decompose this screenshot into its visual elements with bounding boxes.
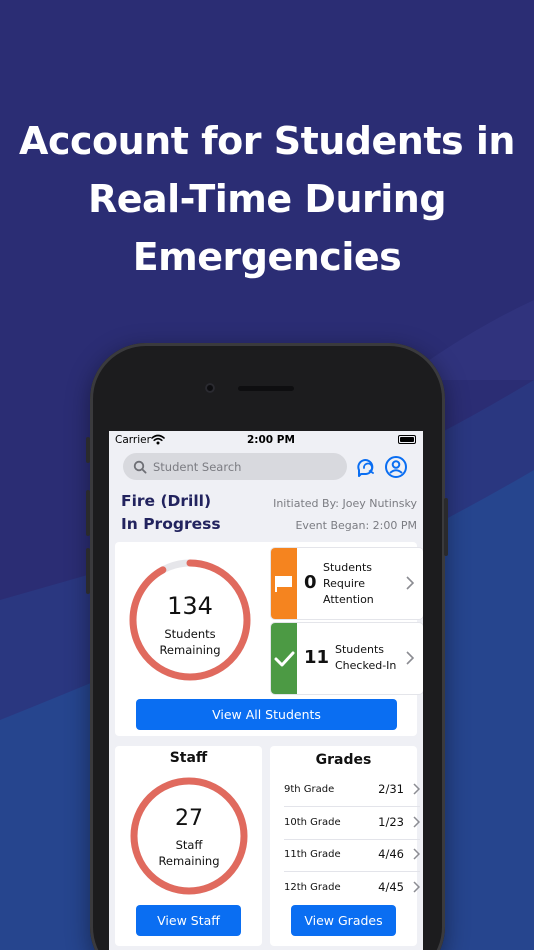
- chevron-right-icon: [406, 575, 415, 594]
- mute-switch: [86, 437, 90, 463]
- chevron-right-icon: [413, 880, 421, 896]
- headline: Account for Students in Real-Time During…: [0, 112, 534, 286]
- checkmark-icon: [274, 651, 295, 667]
- chat-bubble-icon[interactable]: [354, 455, 378, 479]
- event-type: Fire (Drill): [121, 492, 212, 510]
- wifi-icon: [151, 434, 165, 448]
- search-bar[interactable]: Student Search: [123, 453, 347, 480]
- staff-title: Staff: [169, 750, 208, 766]
- staff-card: Staff 27 Staff Remaining View Staff: [115, 746, 262, 946]
- search-input[interactable]: Student Search: [153, 460, 241, 474]
- status-bar: Carrier 2:00 PM: [109, 431, 423, 451]
- grade-value: 2/31: [378, 782, 404, 796]
- attention-stripe: [271, 548, 297, 619]
- grade-name: 12th Grade: [284, 881, 341, 893]
- event-status: In Progress: [121, 515, 221, 533]
- event-meta: Initiated By: Joey Nutinsky Event Began:…: [273, 493, 417, 537]
- chevron-right-icon: [406, 650, 415, 669]
- headline-line-2: Real-Time During: [87, 177, 447, 221]
- user-profile-icon[interactable]: [384, 455, 408, 479]
- headline-line-1: Account for Students in: [19, 119, 515, 163]
- checked-in-count: 11: [304, 647, 330, 668]
- app-screen: Carrier 2:00 PM Student Search Fire (Dri…: [109, 431, 423, 950]
- chevron-right-icon: [413, 848, 421, 863]
- grade-row[interactable]: 9th Grade 2/31: [284, 774, 421, 807]
- search-icon: [133, 459, 147, 478]
- event-began: Event Began: 2:00 PM: [295, 519, 417, 532]
- grade-row[interactable]: 10th Grade 1/23: [284, 807, 421, 840]
- chevron-right-icon: [413, 815, 421, 831]
- view-staff-button[interactable]: View Staff: [136, 905, 241, 936]
- volume-down-button: [86, 548, 90, 594]
- students-remaining-ring: 134 Students Remaining: [128, 558, 252, 682]
- chevron-right-icon: [413, 783, 421, 798]
- attention-label: Students Require Attention: [323, 561, 374, 606]
- grade-name: 11th Grade: [284, 849, 341, 860]
- initiated-by: Initiated By: Joey Nutinsky: [273, 497, 417, 510]
- grade-name: 10th Grade: [284, 816, 341, 828]
- students-card: 134 Students Remaining 0 Students Requir…: [115, 542, 423, 736]
- staff-remaining-label: Staff Remaining: [158, 838, 220, 868]
- checked-in-tile[interactable]: 11 Students Checked-In: [271, 623, 423, 694]
- attention-tile[interactable]: 0 Students Require Attention: [271, 548, 423, 619]
- flag-icon: [275, 576, 292, 592]
- grade-row[interactable]: 12th Grade 4/45: [284, 872, 421, 905]
- power-button: [444, 498, 448, 556]
- headline-line-3: Emergencies: [132, 235, 402, 279]
- view-all-students-button[interactable]: View All Students: [136, 699, 397, 730]
- grades-title: Grades: [315, 752, 372, 768]
- staff-remaining-ring: 27 Staff Remaining: [129, 776, 249, 896]
- grades-card: Grades 9th Grade 2/31 10th Grade 1/23 11th G…: [270, 746, 421, 946]
- staff-remaining-count: 27: [175, 806, 203, 831]
- students-remaining-count: 134: [167, 592, 213, 620]
- grade-row[interactable]: 11th Grade 4/46: [284, 839, 421, 872]
- checked-in-stripe: [271, 623, 297, 694]
- attention-count: 0: [304, 572, 317, 593]
- front-camera: [205, 383, 215, 393]
- grade-value: 4/45: [378, 879, 404, 894]
- students-remaining-label: Students Remaining: [159, 627, 221, 657]
- checked-in-label: Students Checked-In: [335, 643, 397, 672]
- grade-value: 1/23: [378, 814, 404, 829]
- view-grades-button[interactable]: View Grades: [291, 905, 396, 936]
- status-time: 2:00 PM: [247, 434, 295, 446]
- event-title: Fire (Drill) In Progress: [121, 490, 221, 536]
- speaker-grille: [238, 386, 294, 391]
- carrier-label: Carrier: [115, 434, 151, 446]
- grade-value: 4/46: [378, 847, 404, 861]
- battery-icon: [398, 435, 416, 444]
- grade-name: 9th Grade: [284, 784, 335, 795]
- volume-up-button: [86, 490, 90, 536]
